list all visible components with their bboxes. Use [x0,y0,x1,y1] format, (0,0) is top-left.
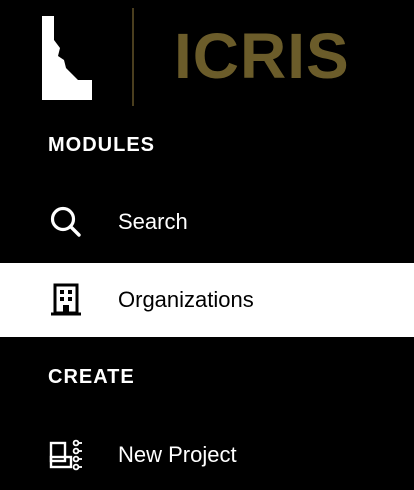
brand-divider [132,8,134,106]
modules-section-title: MODULES [48,134,155,156]
sidebar-item-new-project[interactable]: New Project [0,418,414,490]
sidebar-item-label: Search [118,209,188,234]
idaho-state-icon [42,16,92,100]
sidebar-item-label: Organizations [118,287,254,312]
create-section-title: CREATE [48,366,135,388]
sidebar-item-search[interactable]: Search [0,185,414,259]
sidebar: ICRIS MODULES Search Organizations CREAT… [0,0,414,490]
sidebar-item-organizations[interactable]: Organizations [0,263,414,337]
search-icon [50,206,81,237]
sidebar-item-label: New Project [118,442,237,467]
new-project-icon [49,439,82,471]
brand-header[interactable]: ICRIS [0,0,414,118]
brand-name: ICRIS [174,20,350,92]
building-icon [51,283,81,316]
